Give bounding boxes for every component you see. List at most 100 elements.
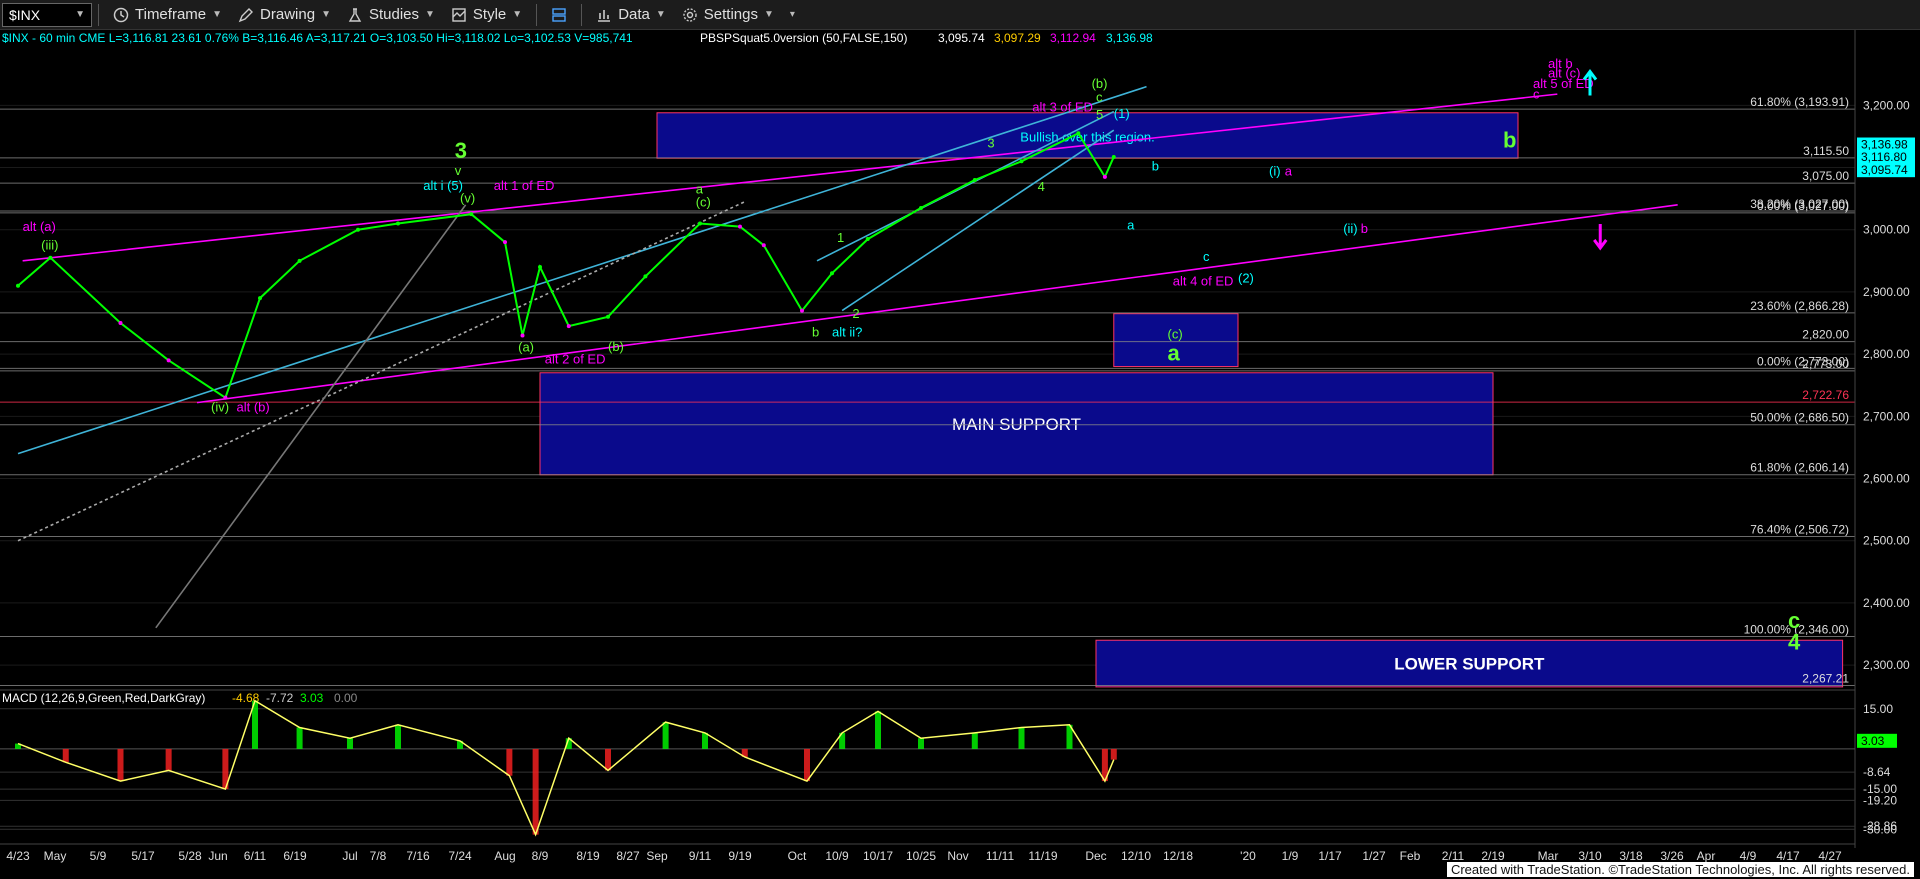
fib-level-label: 61.80% (3,193.91) (1750, 95, 1849, 109)
time-axis-tick: 8/19 (576, 849, 600, 863)
wave-label: b (812, 325, 819, 340)
time-axis-tick: Sep (646, 849, 668, 863)
symbol-input[interactable]: $INX ▼ (2, 2, 92, 27)
time-axis-tick: 4/23 (6, 849, 30, 863)
fib-level-label: 0.00% (3,027.00) (1757, 199, 1849, 213)
wave-label: (c) (696, 195, 711, 210)
wave-label: (ii) (1343, 221, 1357, 236)
fib-level-label: 2,820.00 (1802, 328, 1849, 342)
time-axis-tick: Apr (1697, 849, 1716, 863)
wave-label: 3 (455, 138, 467, 163)
time-axis-tick: 9/19 (728, 849, 752, 863)
price-axis-tick: 2,600.00 (1863, 472, 1910, 486)
data-menu[interactable]: Data ▼ (588, 6, 674, 23)
macd-current-label: 3.03 (1861, 734, 1885, 748)
wave-label: 3 (987, 136, 994, 151)
time-axis-tick: 1/9 (1282, 849, 1299, 863)
price-point (761, 243, 766, 248)
style-menu[interactable]: Style ▼ (443, 6, 530, 23)
time-axis-tick: 3/18 (1619, 849, 1643, 863)
indicator-value: 3,112.94 (1050, 31, 1096, 45)
time-axis-tick: 3/26 (1660, 849, 1684, 863)
time-axis-tick: Mar (1538, 849, 1559, 863)
macd-histogram-bar (395, 724, 401, 749)
macd-axis-tick: 15.00 (1863, 702, 1893, 716)
time-axis-tick: Jul (342, 849, 357, 863)
chart-area[interactable]: Bullish over this region.MAIN SUPPORTLOW… (0, 30, 1920, 879)
macd-histogram-bar (117, 748, 124, 782)
fib-level-label: 50.00% (2,686.50) (1750, 411, 1849, 425)
time-axis-tick: 10/17 (863, 849, 893, 863)
macd-histogram-bar (1018, 727, 1025, 749)
price-point (48, 255, 53, 260)
price-point (118, 321, 123, 326)
layout-icon (552, 7, 566, 22)
chart-header: $INX - 60 min CME L=3,116.81 23.61 0.76%… (2, 31, 1153, 45)
timeframe-label: Timeframe (135, 6, 207, 23)
price-point (606, 314, 610, 319)
price-point (800, 308, 804, 313)
price-point (258, 296, 262, 301)
wave-label: alt 1 of ED (494, 178, 555, 193)
wave-label: alt (a) (23, 219, 56, 234)
price-point (972, 177, 977, 182)
price-point (503, 240, 507, 245)
wave-label: (iii) (41, 238, 58, 253)
price-point (297, 258, 302, 263)
wave-label: (1) (1114, 106, 1130, 121)
settings-menu[interactable]: Settings ▼ (674, 6, 782, 23)
drawing-menu[interactable]: Drawing ▼ (230, 6, 339, 23)
wave-label: (v) (460, 190, 475, 205)
macd-histogram-bar (1110, 748, 1117, 760)
price-axis-tick: 2,300.00 (1863, 658, 1910, 672)
price-point (520, 333, 525, 338)
timeframe-menu[interactable]: Timeframe ▼ (105, 6, 230, 23)
price-axis-tick: 2,800.00 (1863, 347, 1910, 361)
time-axis-tick: 10/9 (825, 849, 849, 863)
macd-histogram-bar (532, 748, 539, 835)
zone-label: Bullish over this region. (1020, 129, 1154, 144)
wave-label: 5 (1096, 107, 1103, 122)
price-point (1111, 154, 1116, 159)
studies-menu[interactable]: Studies ▼ (339, 6, 443, 23)
fib-level-label: 3,075.00 (1802, 169, 1849, 183)
indicator-header: PBSPSquat5.0version (50,FALSE,150) (700, 31, 907, 45)
last-price-label: 3,095.74 (1861, 163, 1908, 177)
wave-label: a (1285, 164, 1293, 179)
price-axis-tick: 2,500.00 (1863, 534, 1910, 548)
toolbar: $INX ▼ Timeframe ▼ Drawing ▼ Studies ▼ S… (0, 0, 1920, 30)
time-axis-tick: Feb (1400, 849, 1421, 863)
wave-label: a (1127, 218, 1135, 233)
gear-icon (683, 7, 697, 22)
price-point (865, 237, 870, 242)
time-axis-tick: Nov (947, 849, 968, 863)
price-point (1102, 174, 1107, 179)
fib-level-label: 61.80% (2,606.14) (1750, 461, 1849, 475)
time-axis-tick: 4/17 (1776, 849, 1800, 863)
settings-label: Settings (703, 6, 758, 23)
time-axis-tick: 9/11 (689, 849, 712, 863)
toolbar-divider (581, 3, 583, 26)
price-point (698, 221, 702, 226)
macd-histogram-bar (62, 748, 69, 763)
time-axis-tick: May (44, 849, 67, 863)
time-axis-tick: 12/10 (1121, 849, 1151, 863)
layout-button[interactable] (543, 7, 575, 23)
price-axis-tick: 2,700.00 (1863, 409, 1910, 423)
wave-label: c (1533, 86, 1540, 101)
time-axis-tick: Jun (208, 849, 227, 863)
flask-icon (348, 7, 362, 22)
bar-chart-icon (598, 9, 611, 22)
price-point (166, 358, 171, 363)
chevron-down-icon[interactable]: ▼ (75, 9, 85, 20)
time-axis-tick: 10/25 (906, 849, 936, 863)
price-point (566, 324, 571, 329)
macd-histogram-bar (165, 748, 172, 771)
price-point (738, 224, 742, 229)
wave-label: alt i (5) (423, 178, 463, 193)
macd-histogram-bar (662, 722, 669, 749)
wave-label: alt 2 of ED (545, 351, 606, 366)
chevron-down-icon: ▼ (512, 9, 523, 20)
overflow-menu[interactable]: ▾ (782, 9, 803, 20)
time-axis-tick: 8/27 (616, 849, 640, 863)
